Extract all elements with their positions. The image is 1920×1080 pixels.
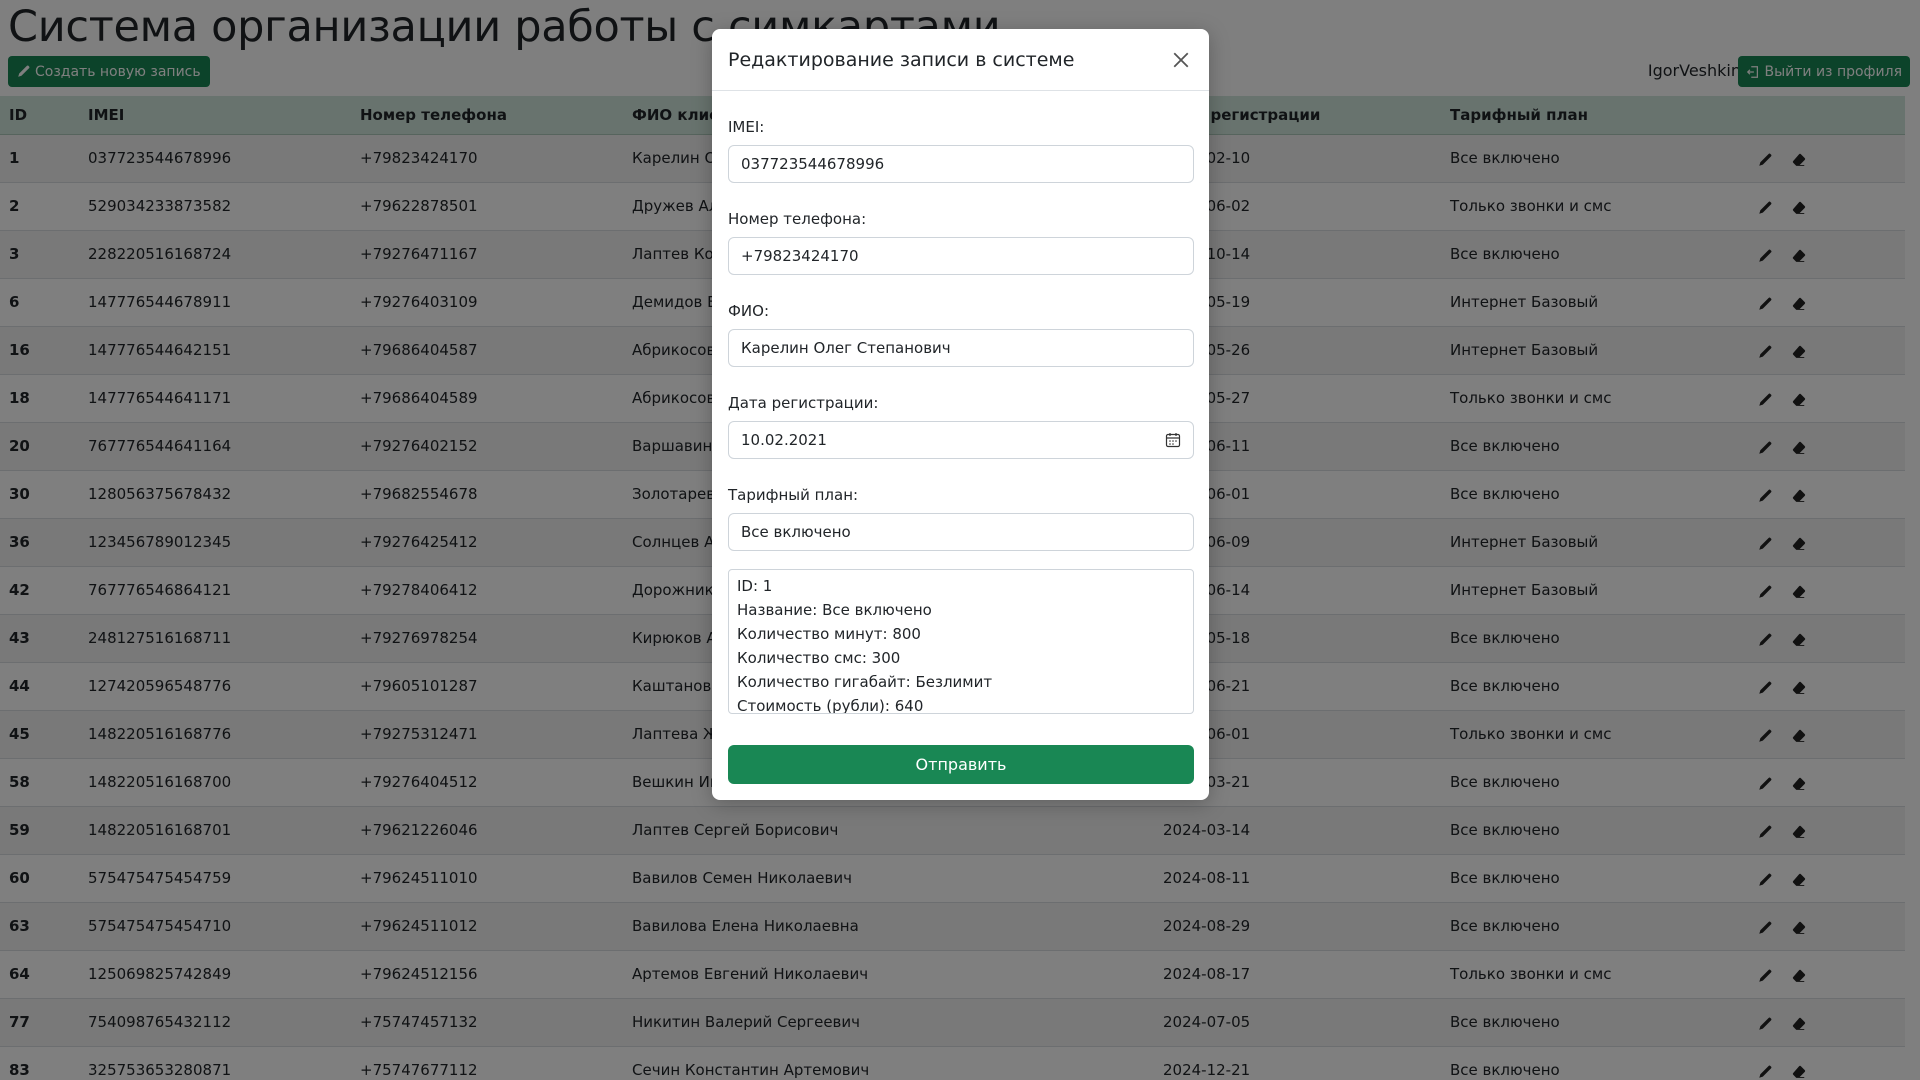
modal-title: Редактирование записи в системе bbox=[728, 48, 1075, 71]
submit-button[interactable]: Отправить bbox=[728, 745, 1194, 784]
info-line-price: Стоимость (рубли): 640 bbox=[737, 697, 924, 714]
info-line-sms: Количество смс: 300 bbox=[737, 649, 901, 667]
imei-input[interactable]: 037723544678996 bbox=[728, 145, 1194, 183]
info-line-gigabytes: Количество гигабайт: Безлимит bbox=[737, 673, 993, 691]
fio-input[interactable]: Карелин Олег Степанович bbox=[728, 329, 1194, 367]
plan-label: Тарифный план: bbox=[728, 486, 859, 504]
edit-record-modal: Редактирование записи в системе IMEI: 03… bbox=[712, 29, 1209, 800]
info-line-id: ID: 1 bbox=[737, 577, 773, 595]
info-line-minutes: Количество минут: 800 bbox=[737, 625, 921, 643]
plan-select[interactable]: Все включено bbox=[728, 513, 1194, 551]
phone-label: Номер телефона: bbox=[728, 210, 867, 228]
main-page: Система организации работы с симкартами … bbox=[0, 0, 1920, 1080]
date-value: 10.02.2021 bbox=[741, 431, 827, 449]
imei-label: IMEI: bbox=[728, 118, 765, 136]
phone-input[interactable]: +79823424170 bbox=[728, 237, 1194, 275]
plan-info-box: ID: 1 Название: Все включено Количество … bbox=[728, 569, 1194, 714]
fio-label: ФИО: bbox=[728, 302, 769, 320]
info-line-name: Название: Все включено bbox=[737, 601, 932, 619]
date-label: Дата регистрации: bbox=[728, 394, 879, 412]
close-button[interactable] bbox=[1169, 48, 1193, 72]
close-icon bbox=[1173, 52, 1189, 67]
modal-header: Редактирование записи в системе bbox=[712, 29, 1209, 91]
calendar-icon[interactable] bbox=[1165, 432, 1181, 448]
date-input[interactable]: 10.02.2021 bbox=[728, 421, 1194, 459]
